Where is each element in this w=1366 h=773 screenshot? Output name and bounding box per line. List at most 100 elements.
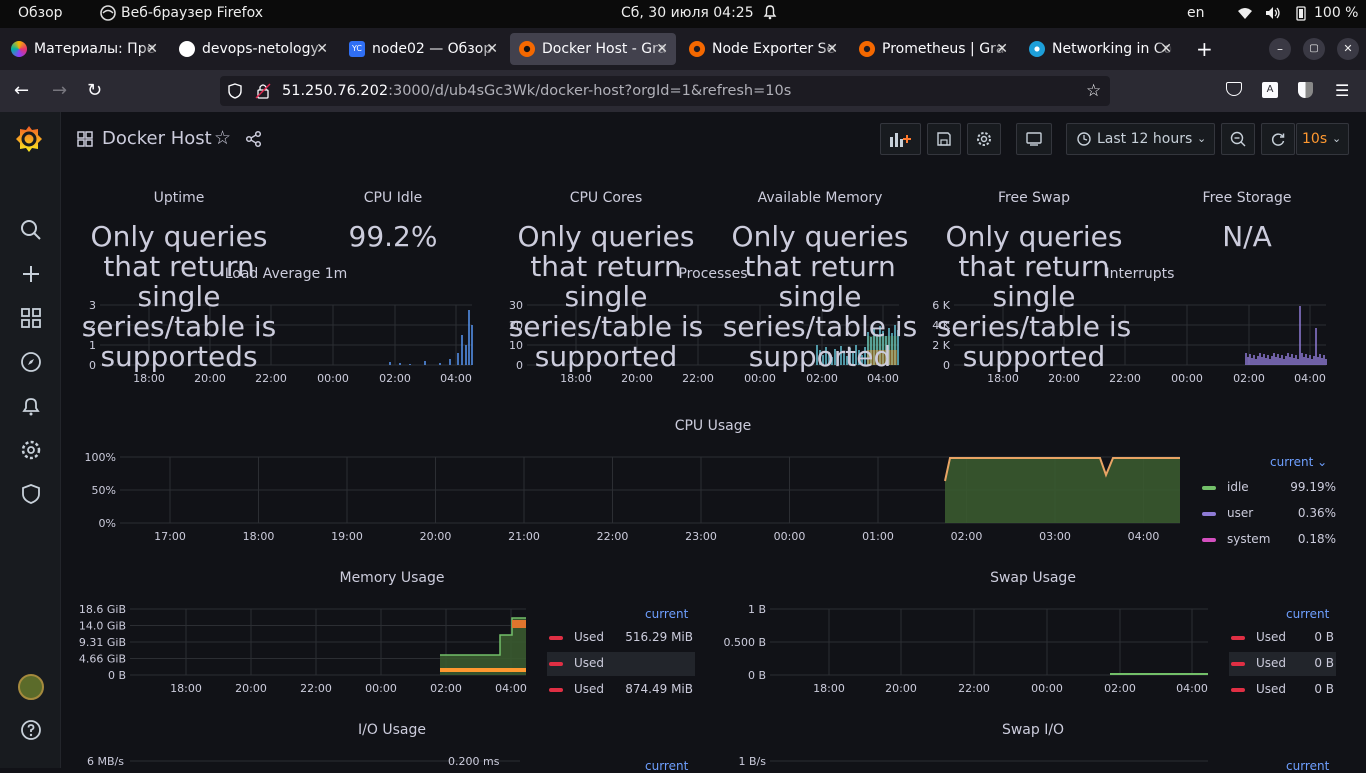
star-icon[interactable]: ☆ bbox=[214, 127, 231, 149]
legend-item[interactable]: Used 874.49 MiB bbox=[549, 682, 693, 696]
add-panel-button[interactable] bbox=[880, 123, 921, 155]
swap-io-chart[interactable]: 1 B/s bbox=[739, 752, 1210, 772]
x-tick-label: 04:00 bbox=[440, 372, 472, 385]
legend-item-hovered[interactable]: Used bbox=[547, 652, 695, 676]
new-tab-button[interactable]: + bbox=[1196, 37, 1213, 61]
url-bar[interactable]: 51.250.76.202:3000/d/ub4sGc3Wk/docker-ho… bbox=[220, 76, 1110, 106]
browser-tab-active[interactable]: Docker Host - Gra ✕ bbox=[510, 33, 676, 65]
legend-sort-current[interactable]: current bbox=[645, 759, 688, 773]
panel-title-free-storage[interactable]: Free Storage bbox=[1147, 190, 1347, 206]
y-tick-label: 18.6 GiB bbox=[79, 603, 126, 616]
close-window-button[interactable]: ✕ bbox=[1337, 38, 1359, 60]
dashboards-icon[interactable] bbox=[19, 306, 43, 330]
browser-tab[interactable]: devops-netology ✕ bbox=[170, 33, 336, 65]
legend-item-hovered[interactable]: Used 0 B bbox=[1229, 652, 1336, 676]
close-tab-icon[interactable]: ✕ bbox=[656, 33, 668, 65]
cpu-usage-chart[interactable]: 100% 50% 0% 17:00 18:00 19:00 20:00 21:00 22:00 2… bbox=[80, 448, 1190, 548]
browser-tab[interactable]: Материалы: Пре ✕ bbox=[2, 33, 166, 65]
free-storage-value: N/A bbox=[1222, 220, 1272, 253]
y-tick-label: 9.31 GiB bbox=[79, 636, 126, 649]
refresh-interval-picker[interactable]: 10s ⌄ bbox=[1296, 123, 1349, 155]
close-tab-icon[interactable]: ✕ bbox=[826, 33, 838, 65]
x-tick-label: 20:00 bbox=[1048, 372, 1080, 385]
grafana-favicon-icon bbox=[859, 41, 875, 57]
close-tab-icon[interactable]: ✕ bbox=[316, 33, 328, 65]
maximize-button[interactable]: ▢ bbox=[1303, 38, 1325, 60]
legend-sort-current[interactable]: current bbox=[1286, 759, 1329, 773]
legend-item[interactable]: Used 0 B bbox=[1231, 630, 1334, 644]
forward-button[interactable]: → bbox=[52, 80, 67, 101]
browser-tab[interactable]: Prometheus | Gra ✕ bbox=[850, 33, 1016, 65]
refresh-button[interactable] bbox=[1261, 123, 1295, 155]
close-tab-icon[interactable]: ✕ bbox=[1160, 33, 1172, 65]
menu-icon[interactable]: ☰ bbox=[1335, 81, 1349, 100]
close-tab-icon[interactable]: ✕ bbox=[996, 33, 1008, 65]
time-range-picker[interactable]: Last 12 hours ⌄ bbox=[1066, 123, 1215, 155]
legend-item[interactable]: system 0.18% bbox=[1202, 532, 1336, 546]
zoom-out-button[interactable] bbox=[1221, 123, 1255, 155]
activities-button[interactable]: Обзор bbox=[18, 5, 63, 21]
io-usage-chart[interactable]: 6 MB/s 0.200 ms bbox=[80, 752, 700, 772]
legend-item[interactable]: idle 99.19% bbox=[1202, 480, 1336, 494]
browser-tab[interactable]: Node Exporter Se ✕ bbox=[680, 33, 846, 65]
legend-sort-current[interactable]: current bbox=[645, 607, 688, 621]
tv-mode-button[interactable] bbox=[1016, 123, 1052, 155]
browser-tab[interactable]: YC node02 — Обзор ✕ bbox=[340, 33, 506, 65]
browser-tab[interactable]: Networking in Co ✕ bbox=[1020, 33, 1180, 65]
app-menu[interactable]: Веб-браузер Firefox bbox=[100, 5, 263, 21]
bookmark-star-icon[interactable]: ☆ bbox=[1086, 76, 1101, 106]
dashboard-settings-button[interactable] bbox=[967, 123, 1001, 155]
x-tick-label: 04:00 bbox=[1294, 372, 1326, 385]
panel-title-swap-io[interactable]: Swap I/O bbox=[933, 722, 1133, 738]
help-icon[interactable] bbox=[19, 718, 43, 742]
panel-title-memory-usage[interactable]: Memory Usage bbox=[292, 570, 492, 586]
cpu-idle-value: 99.2% bbox=[348, 220, 438, 253]
legend-item[interactable]: Used 516.29 MiB bbox=[549, 630, 693, 644]
save-dashboard-button[interactable] bbox=[927, 123, 961, 155]
panel-title-free-swap[interactable]: Free Swap bbox=[934, 190, 1134, 206]
gear-icon bbox=[977, 132, 991, 146]
x-tick-label: 04:00 bbox=[1128, 530, 1160, 543]
panel-title-io-usage[interactable]: I/O Usage bbox=[292, 722, 492, 738]
x-tick-label: 18:00 bbox=[987, 372, 1019, 385]
server-admin-shield-icon[interactable] bbox=[19, 482, 43, 506]
explore-compass-icon[interactable] bbox=[19, 350, 43, 374]
search-icon[interactable] bbox=[19, 218, 43, 242]
minimize-button[interactable]: – bbox=[1269, 38, 1291, 60]
alerting-bell-icon[interactable] bbox=[19, 394, 43, 418]
legend-sort-current[interactable]: current ⌄ bbox=[1270, 455, 1327, 469]
close-tab-icon[interactable]: ✕ bbox=[146, 33, 158, 65]
add-panel-icon bbox=[890, 133, 911, 147]
grafana-logo-icon[interactable] bbox=[14, 124, 44, 154]
clock[interactable]: Сб, 30 июля 04:25 bbox=[621, 5, 754, 21]
plus-icon[interactable] bbox=[19, 262, 43, 286]
back-button[interactable]: ← bbox=[14, 80, 29, 101]
y-tick-label: 0.200 ms bbox=[448, 755, 500, 768]
legend-item[interactable]: Used 0 B bbox=[1231, 682, 1334, 696]
idle-area bbox=[945, 458, 1180, 523]
chevron-down-icon: ⌄ bbox=[1197, 132, 1207, 145]
y-tick-label: 0 B bbox=[748, 669, 766, 682]
share-icon[interactable] bbox=[245, 130, 262, 148]
panel-title-cpu-idle[interactable]: CPU Idle bbox=[293, 190, 493, 206]
panel-title-available-memory[interactable]: Available Memory bbox=[720, 190, 920, 206]
user-avatar[interactable] bbox=[18, 674, 44, 700]
swap-usage-chart[interactable]: 1 B 0.500 B 0 B 18:00 20:00 22:00 00:00 02:00 04… bbox=[723, 600, 1210, 700]
reload-button[interactable]: ↻ bbox=[87, 80, 102, 101]
legend-sort-current[interactable]: current bbox=[1286, 607, 1329, 621]
translate-icon[interactable]: A bbox=[1262, 82, 1278, 98]
panel-title-uptime[interactable]: Uptime bbox=[79, 190, 279, 206]
x-tick-label: 02:00 bbox=[951, 530, 983, 543]
dashboard-title[interactable]: Docker Host bbox=[102, 128, 212, 149]
panel-title-swap-usage[interactable]: Swap Usage bbox=[933, 570, 1133, 586]
extension-shield-icon[interactable] bbox=[1298, 82, 1313, 98]
settings-gear-icon[interactable] bbox=[19, 438, 43, 462]
memory-usage-chart[interactable]: 18.6 GiB 14.0 GiB 9.31 GiB 4.66 GiB 0 B 18:00… bbox=[79, 600, 530, 700]
keyboard-layout[interactable]: en bbox=[1187, 5, 1205, 21]
panel-title-cpu-cores[interactable]: CPU Cores bbox=[506, 190, 706, 206]
panel-title-cpu-usage[interactable]: CPU Usage bbox=[613, 418, 813, 434]
legend-item[interactable]: user 0.36% bbox=[1202, 506, 1336, 520]
y-tick-label: 6 MB/s bbox=[87, 755, 124, 768]
close-tab-icon[interactable]: ✕ bbox=[486, 33, 498, 65]
save-icon bbox=[937, 132, 951, 146]
